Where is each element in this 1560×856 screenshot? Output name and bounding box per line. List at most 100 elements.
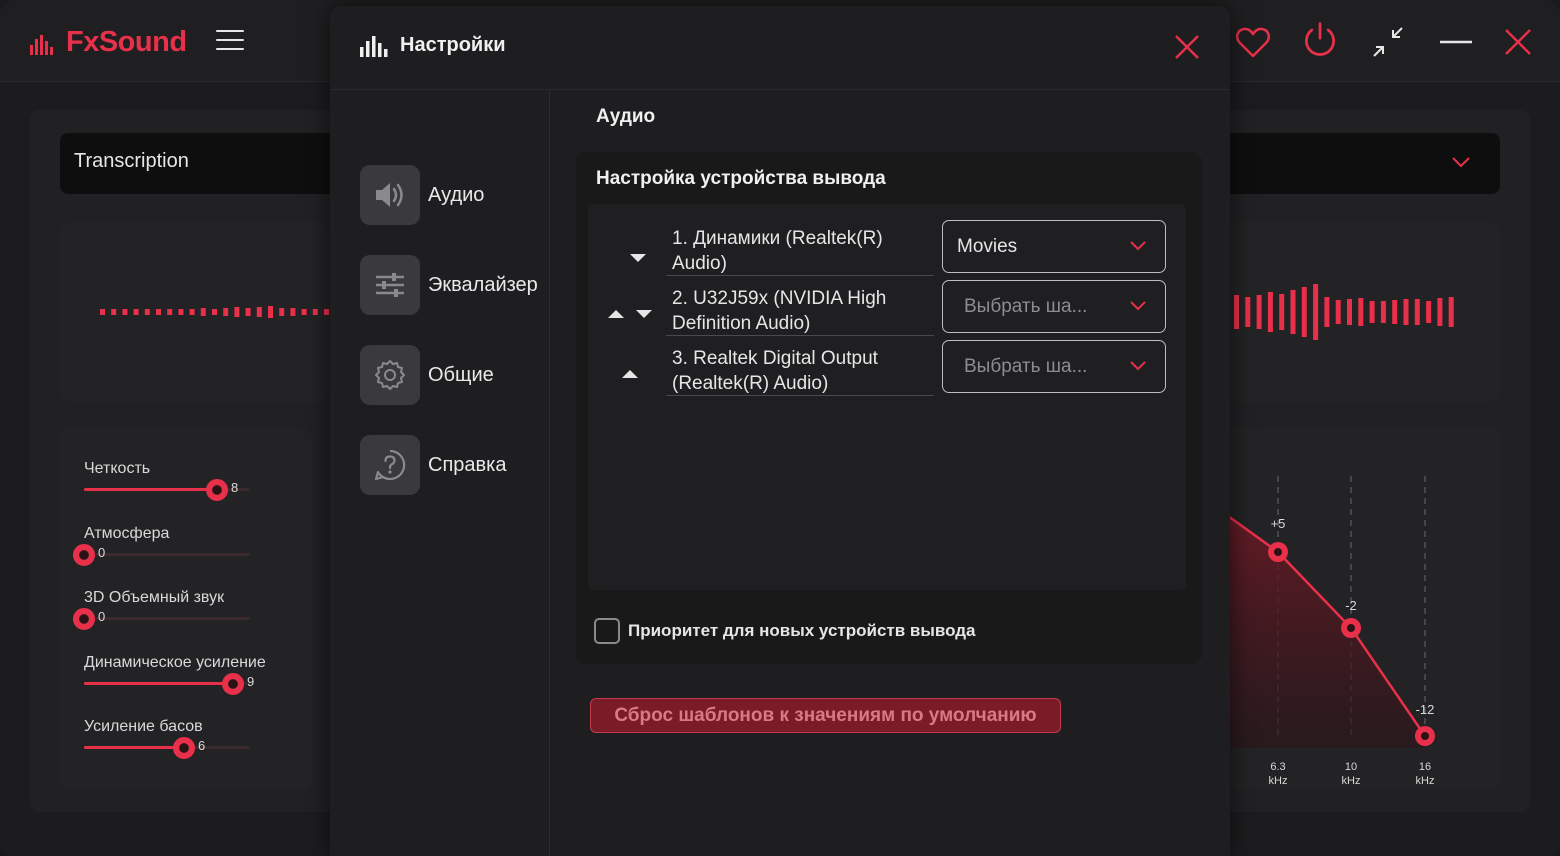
effect-slider-track[interactable] (84, 479, 250, 501)
nav-item-help[interactable]: Справка (360, 435, 550, 495)
settings-close-icon[interactable] (1172, 32, 1202, 62)
chevron-down-icon (1130, 241, 1146, 251)
effect-label: 3D Объемный звук (84, 589, 225, 606)
effect-value: 0 (98, 545, 106, 560)
nav-label: Общие (428, 363, 494, 386)
effect-slider-row: Четкость 8 (84, 460, 314, 501)
eq-band-knob[interactable] (1341, 618, 1361, 638)
nav-item-general[interactable]: Общие (360, 345, 550, 405)
visualizer-bar (1426, 301, 1432, 323)
visualizer-bar (1267, 292, 1273, 332)
effect-value: 6 (198, 738, 206, 753)
section-title: Аудио (596, 106, 656, 127)
output-device-card: Настройка устройства вывода 1. Динамики … (576, 152, 1202, 664)
chevron-down-icon[interactable] (1450, 154, 1472, 170)
visualizer-bars (1234, 284, 1454, 340)
sliders-icon (360, 255, 420, 315)
move-up-icon[interactable] (622, 370, 638, 378)
priority-checkbox[interactable] (594, 618, 620, 644)
nav-item-audio[interactable]: Аудио (360, 165, 550, 225)
eq-band-knob[interactable] (1268, 542, 1288, 562)
eq-freq-unit: kHz (1269, 775, 1288, 787)
effect-slider-track[interactable] (73, 544, 250, 566)
visualizer-bar (290, 308, 296, 316)
visualizer-bar (223, 308, 229, 316)
effect-slider-row: Усиление басов 6 (84, 718, 314, 759)
visualizer-bar (1245, 297, 1251, 327)
visualizer-bars (100, 306, 341, 318)
device-row: 3. Realtek Digital Output (Realtek(R) Au… (588, 340, 1186, 400)
select-placeholder: Выбрать ша... (964, 355, 1088, 377)
effect-slider-knob[interactable] (222, 673, 244, 695)
visualizer-right (1228, 222, 1500, 402)
visualizer-bar (1324, 297, 1330, 327)
effect-slider-track[interactable] (73, 608, 250, 630)
nav-label: Эквалайзер (428, 273, 538, 296)
help-icon (360, 435, 420, 495)
visualizer-bar (200, 308, 206, 316)
visualizer-bar (1448, 297, 1454, 327)
brand-name: FxSound (66, 26, 187, 58)
visualizer-bar (212, 309, 217, 315)
effect-slider-knob[interactable] (73, 544, 95, 566)
power-icon[interactable] (1298, 20, 1342, 60)
priority-option: Приоритет для новых устройств вывода (594, 618, 976, 644)
device-name: 1. Динамики (Realtek(R) Audio) (666, 226, 934, 276)
effect-slider-track[interactable] (84, 737, 250, 759)
device-preset-select[interactable]: Выбрать ша... (942, 340, 1166, 393)
visualizer-bar (1437, 298, 1443, 326)
visualizer-bar (301, 309, 307, 315)
visualizer-bar (1234, 295, 1239, 329)
visualizer-bar (1313, 284, 1319, 340)
effect-label: Четкость (84, 460, 151, 477)
effect-value: 9 (247, 674, 255, 689)
eq-gain-label: +5 (1271, 516, 1286, 531)
eq-freq-unit: kHz (1342, 775, 1361, 787)
settings-dialog: Настройки Аудио Эквалайзер Общие Справка… (330, 6, 1230, 856)
visualizer-bar (1369, 301, 1375, 323)
effect-slider-knob[interactable] (173, 737, 195, 759)
nav-item-equalizer[interactable]: Эквалайзер (360, 255, 550, 315)
move-down-icon[interactable] (630, 254, 646, 262)
effect-label: Атмосфера (84, 525, 170, 542)
effect-value: 8 (231, 480, 239, 495)
minimize-icon[interactable] (1438, 22, 1474, 62)
menu-button[interactable] (216, 30, 246, 52)
visualizer-bar (234, 307, 240, 317)
close-icon[interactable] (1500, 22, 1536, 62)
effect-label: Динамическое усиление (84, 654, 266, 671)
visualizer-bar (178, 309, 184, 315)
device-name: 2. U32J59x (NVIDIA High Definition Audio… (666, 286, 934, 336)
shrink-icon[interactable] (1368, 22, 1408, 62)
settings-title: Настройки (400, 34, 506, 56)
visualizer-bar (256, 307, 262, 317)
device-list: 1. Динамики (Realtek(R) Audio) Movies 2.… (588, 204, 1186, 590)
effect-slider-track[interactable] (84, 673, 250, 695)
heart-icon[interactable] (1234, 22, 1272, 62)
eq-freq-unit: kHz (1416, 775, 1435, 787)
speaker-icon (360, 165, 420, 225)
eq-freq-label: 16 (1419, 761, 1431, 773)
visualizer-bar (111, 309, 117, 315)
device-preset-select[interactable]: Movies (942, 220, 1166, 273)
effect-value: 0 (98, 609, 106, 624)
move-up-icon[interactable] (608, 310, 624, 318)
visualizer-bar (144, 309, 150, 315)
device-preset-select[interactable]: Выбрать ша... (942, 280, 1166, 333)
visualizer-bar (1392, 300, 1398, 324)
visualizer-bar (122, 309, 128, 315)
visualizer-bar (100, 309, 105, 315)
eq-band-knob[interactable] (1415, 726, 1435, 746)
gear-icon (360, 345, 420, 405)
effect-slider-knob[interactable] (206, 479, 228, 501)
device-order-controls (630, 254, 646, 262)
visualizer-bar (133, 309, 139, 315)
move-down-icon[interactable] (636, 310, 652, 318)
effect-slider-knob[interactable] (73, 608, 95, 630)
visualizer-bar (156, 309, 161, 315)
visualizer-bar (1347, 299, 1352, 325)
visualizer-bar (1256, 295, 1262, 329)
effect-label: Усиление басов (84, 718, 203, 735)
reset-presets-button[interactable]: Сброс шаблонов к значениям по умолчанию (590, 698, 1061, 733)
device-row: 2. U32J59x (NVIDIA High Definition Audio… (588, 280, 1186, 340)
